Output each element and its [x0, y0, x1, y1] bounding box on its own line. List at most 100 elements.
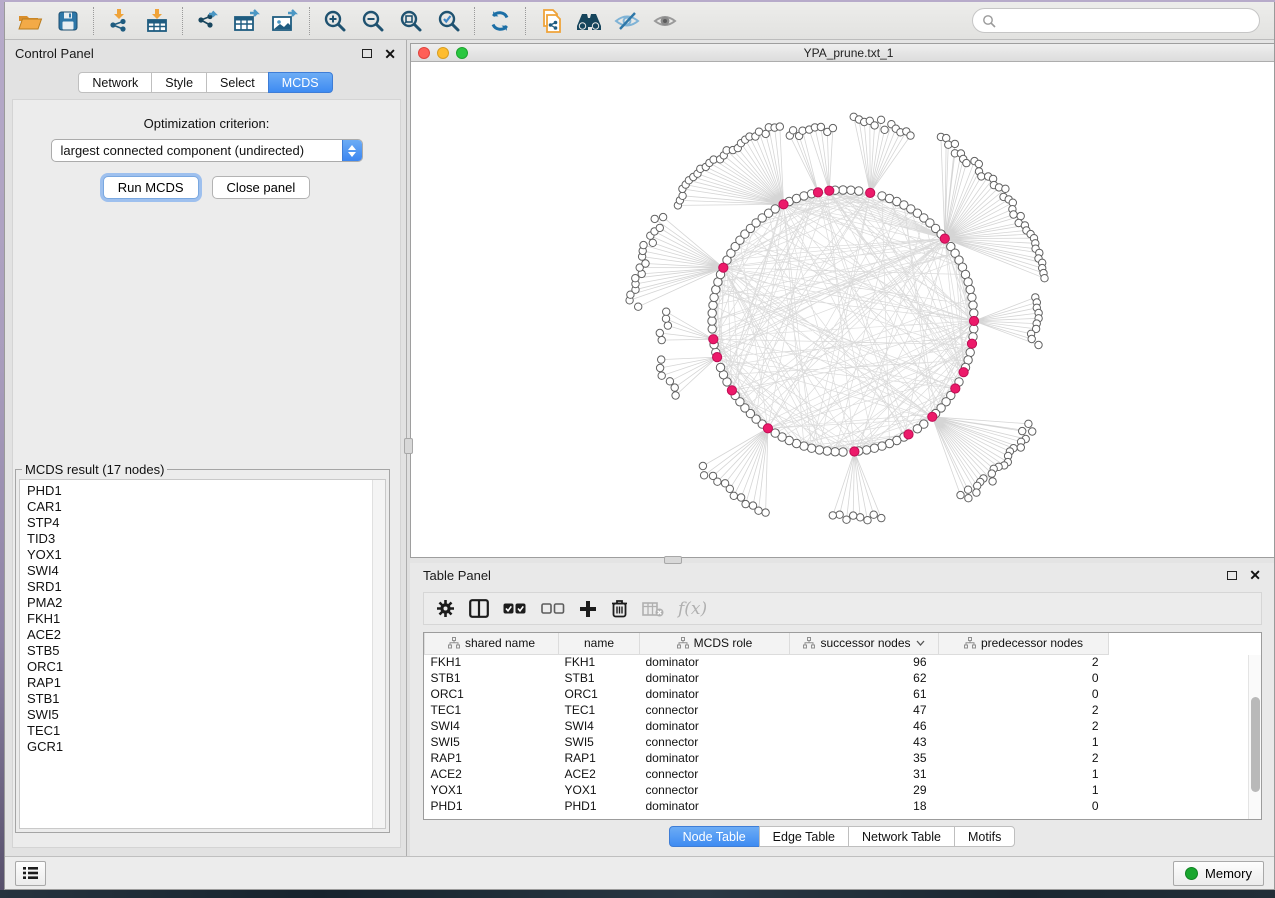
mcds-list-scrollbar[interactable] [372, 480, 385, 828]
mcds-result-item[interactable]: ORC1 [27, 659, 372, 675]
search-box[interactable] [972, 8, 1260, 33]
horizontal-splitter-handle[interactable] [664, 556, 682, 564]
import-network-button[interactable] [100, 5, 138, 37]
table-row[interactable]: YOX1YOX1connector291 [425, 782, 1256, 798]
import-table-button[interactable] [138, 5, 176, 37]
zoom-fit-button[interactable] [392, 5, 430, 37]
float-table-panel-icon[interactable] [1227, 571, 1237, 580]
tab-edge-table[interactable]: Edge Table [759, 826, 849, 847]
first-neighbors-button[interactable] [570, 5, 608, 37]
column-header-shared-name[interactable]: shared name [425, 633, 559, 654]
mcds-result-item[interactable]: ACE2 [27, 627, 372, 643]
table-row[interactable]: SWI5SWI5connector431 [425, 734, 1256, 750]
float-panel-icon[interactable] [362, 49, 372, 58]
search-input[interactable] [1001, 14, 1250, 28]
eye-slash-icon [613, 9, 641, 33]
table-row[interactable]: RAP1RAP1dominator352 [425, 750, 1256, 766]
table-cell: RAP1 [559, 750, 640, 766]
network-view-titlebar[interactable]: YPA_prune.txt_1 [411, 44, 1274, 62]
table-cell: STB1 [559, 670, 640, 686]
mcds-result-item[interactable]: SWI4 [27, 563, 372, 579]
delete-column-button[interactable] [611, 596, 628, 622]
vertical-splitter[interactable] [406, 40, 410, 856]
mcds-result-item[interactable]: PMA2 [27, 595, 372, 611]
import-table-icon [144, 8, 170, 34]
export-network-button[interactable] [189, 5, 227, 37]
table-row[interactable]: TEC1TEC1connector472 [425, 702, 1256, 718]
show-all-button[interactable] [646, 5, 684, 37]
table-row[interactable]: SWI4SWI4dominator462 [425, 718, 1256, 734]
tab-mcds[interactable]: MCDS [268, 72, 333, 93]
column-header-predecessor-nodes[interactable]: predecessor nodes [939, 633, 1109, 654]
mcds-result-item[interactable]: STB1 [27, 691, 372, 707]
table-cell: 18 [790, 798, 939, 814]
task-history-button[interactable] [15, 861, 46, 886]
mcds-result-item[interactable]: YOX1 [27, 547, 372, 563]
mcds-result-item[interactable]: STP4 [27, 515, 372, 531]
mcds-result-item[interactable]: CAR1 [27, 499, 372, 515]
table-row[interactable]: ORC1ORC1dominator610 [425, 686, 1256, 702]
table-row[interactable]: FKH1FKH1dominator962 [425, 654, 1256, 670]
table-scrollbar-thumb[interactable] [1251, 697, 1260, 792]
mcds-result-item[interactable]: STB5 [27, 643, 372, 659]
copy-network-button[interactable] [532, 5, 570, 37]
mcds-result-item[interactable]: SRD1 [27, 579, 372, 595]
close-window-icon[interactable] [418, 47, 430, 59]
zoom-in-icon [322, 8, 348, 34]
tab-select[interactable]: Select [206, 72, 269, 93]
vertical-splitter-handle[interactable] [404, 438, 413, 454]
maximize-window-icon[interactable] [456, 47, 468, 59]
table-row[interactable]: ACE2ACE2connector311 [425, 766, 1256, 782]
mcds-result-item[interactable]: TID3 [27, 531, 372, 547]
memory-button[interactable]: Memory [1173, 861, 1264, 886]
tab-motifs[interactable]: Motifs [954, 826, 1015, 847]
toolbar-separator [474, 7, 475, 35]
tab-style[interactable]: Style [151, 72, 207, 93]
run-mcds-button[interactable]: Run MCDS [103, 176, 199, 199]
table-row[interactable]: STB1STB1dominator620 [425, 670, 1256, 686]
table-cell: FKH1 [559, 654, 640, 670]
function-builder-button[interactable]: f(x) [678, 596, 707, 622]
zoom-in-button[interactable] [316, 5, 354, 37]
criterion-dropdown[interactable]: largest connected component (undirected) [51, 139, 363, 162]
table-scrollbar[interactable] [1248, 655, 1261, 819]
column-header-name[interactable]: name [559, 633, 640, 654]
column-header-successor-nodes[interactable]: successor nodes [790, 633, 939, 654]
table-cell: 35 [790, 750, 939, 766]
control-panel-titlebar: Control Panel ✕ [5, 40, 406, 67]
deselect-all-columns-button[interactable] [541, 596, 565, 622]
table-row[interactable]: PHD1PHD1dominator180 [425, 798, 1256, 814]
export-image-button[interactable] [265, 5, 303, 37]
horizontal-splitter[interactable] [410, 558, 1274, 563]
delete-table-button[interactable] [642, 596, 664, 622]
select-all-columns-button[interactable] [503, 596, 527, 622]
tab-network-table[interactable]: Network Table [848, 826, 955, 847]
mcds-result-item[interactable]: GCR1 [27, 739, 372, 755]
mcds-result-item[interactable]: SWI5 [27, 707, 372, 723]
refresh-layout-button[interactable] [481, 5, 519, 37]
column-header-MCDS-role[interactable]: MCDS role [640, 633, 790, 654]
show-column-panel-button[interactable] [469, 596, 489, 622]
save-session-button[interactable] [49, 5, 87, 37]
mcds-result-item[interactable]: RAP1 [27, 675, 372, 691]
close-panel-icon[interactable]: ✕ [384, 47, 396, 61]
close-table-panel-icon[interactable]: ✕ [1249, 568, 1261, 582]
table-cell: 0 [939, 686, 1109, 702]
mcds-result-item[interactable]: TEC1 [27, 723, 372, 739]
table-settings-button[interactable] [436, 596, 455, 622]
zoom-selected-button[interactable] [430, 5, 468, 37]
network-canvas[interactable] [411, 62, 1274, 557]
create-column-button[interactable] [579, 596, 597, 622]
tab-network[interactable]: Network [78, 72, 152, 93]
export-table-button[interactable] [227, 5, 265, 37]
tab-node-table[interactable]: Node Table [669, 826, 760, 847]
hide-selected-button[interactable] [608, 5, 646, 37]
mcds-result-item[interactable]: PHD1 [27, 483, 372, 499]
mcds-result-item[interactable]: FKH1 [27, 611, 372, 627]
node-table[interactable]: shared namenameMCDS rolesuccessor nodesp… [424, 633, 1255, 814]
open-file-button[interactable] [11, 5, 49, 37]
close-panel-button[interactable]: Close panel [212, 176, 311, 199]
table-cell: 1 [939, 766, 1109, 782]
zoom-out-button[interactable] [354, 5, 392, 37]
minimize-window-icon[interactable] [437, 47, 449, 59]
